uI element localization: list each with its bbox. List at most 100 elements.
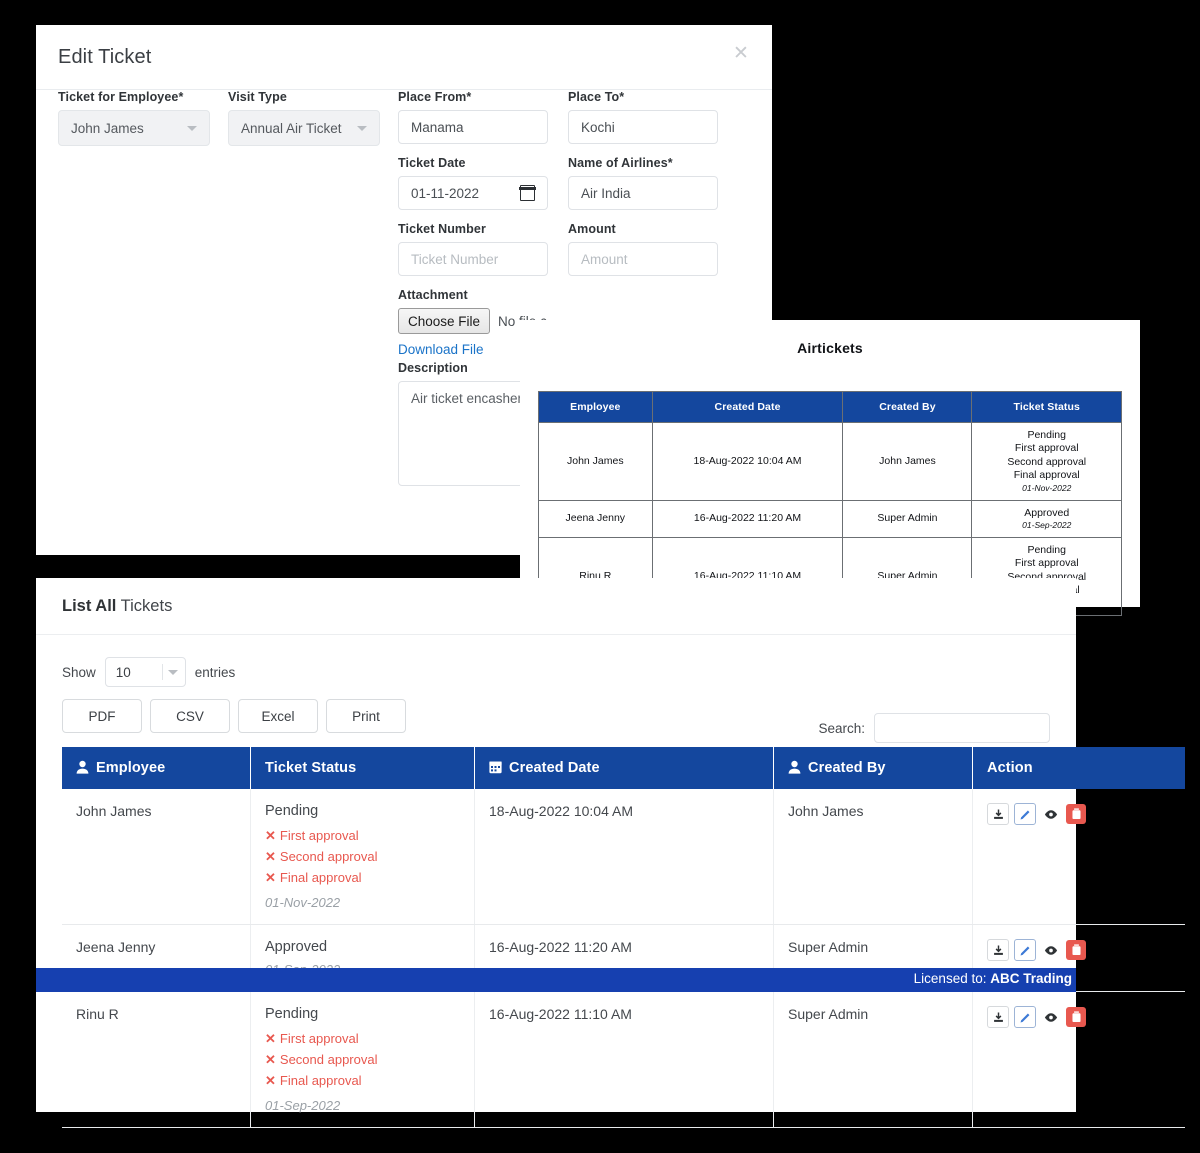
list-panel-header: List All Tickets <box>36 578 1076 635</box>
status-main: Pending <box>265 1006 319 1023</box>
visit-type-select[interactable]: Annual Air Ticket <box>228 110 380 146</box>
calendar-icon[interactable] <box>519 185 536 201</box>
cell-ticket-status: Pending ✕ First approval ✕ Second approval ✕ F… <box>250 789 475 926</box>
table-row: John James Pending ✕ First approval ✕ Second … <box>62 789 1185 926</box>
tickets-col-created-by[interactable]: Created By <box>773 747 973 789</box>
download-icon[interactable] <box>987 1006 1009 1029</box>
search-input[interactable] <box>874 713 1050 743</box>
chevron-down-icon <box>357 125 367 131</box>
delete-icon[interactable] <box>1066 1007 1086 1028</box>
search-box: Search: <box>818 713 1050 743</box>
entries-select[interactable]: 10 <box>104 657 186 687</box>
field-ticket-date: Ticket Date 01-11-2022 <box>398 156 548 210</box>
view-icon[interactable] <box>1041 940 1061 961</box>
name-of-airlines-input[interactable]: Air India <box>568 176 718 210</box>
cross-icon: ✕ <box>265 1052 276 1068</box>
cell-employee: Jeena Jenny <box>538 499 653 538</box>
table-row: Rinu R Pending ✕ First approval ✕ Second appr… <box>62 991 1185 1129</box>
chevron-down-icon <box>187 125 197 131</box>
status-date: 01-Nov-2022 <box>265 895 341 911</box>
column-label: Employee <box>96 760 166 776</box>
status-main: Approved <box>265 939 328 956</box>
entries-label: entries <box>194 664 236 680</box>
csv-export-button[interactable]: CSV <box>150 699 230 733</box>
cell-created-date: 16-Aug-2022 11:20 AM <box>651 499 844 538</box>
field-visit-type: Visit Type Annual Air Ticket <box>228 90 380 146</box>
ticket-number-input[interactable]: Ticket Number <box>398 242 548 276</box>
place-from-input[interactable]: Manama <box>398 110 548 144</box>
show-entries-row: Show 10 entries <box>62 657 1050 687</box>
ticket-number-label: Ticket Number <box>398 222 486 236</box>
approval-step: ✕ Final approval <box>265 1073 362 1089</box>
person-icon <box>788 760 801 774</box>
edit-icon[interactable] <box>1014 939 1036 962</box>
tickets-col-created-date[interactable]: Created Date <box>474 747 774 789</box>
airtickets-report-panel: Airtickets Employee Created Date Created… <box>520 320 1140 616</box>
download-file-link[interactable]: Download File <box>398 342 484 357</box>
cross-icon: ✕ <box>265 828 276 843</box>
table-row: John James 18-Aug-2022 10:04 AM John James… <box>538 422 1122 501</box>
cross-icon: ✕ <box>265 1073 276 1089</box>
cell-ticket-status: PendingFirst approvalSecond approvalFina… <box>971 422 1122 501</box>
cross-icon: ✕ <box>265 1031 276 1047</box>
approval-step: ✕ Final approval <box>265 870 362 886</box>
airtickets-col-ticket-status: Ticket Status <box>971 391 1122 423</box>
action-buttons <box>987 803 1171 825</box>
person-icon <box>76 760 89 774</box>
approval-step: ✕ Second approval <box>265 1052 378 1068</box>
print-export-button[interactable]: Print <box>326 699 406 733</box>
ticket-date-value: 01-11-2022 <box>411 185 480 201</box>
close-icon[interactable]: ✕ <box>730 44 752 66</box>
ticket-date-input[interactable]: 01-11-2022 <box>398 176 548 210</box>
airtickets-col-created-by: Created By <box>842 391 973 423</box>
tickets-table-header-row: Employee Ticket Status Created Date Created… <box>62 747 1185 789</box>
tickets-col-ticket-status[interactable]: Ticket Status <box>250 747 475 789</box>
search-label: Search: <box>818 720 865 736</box>
ticket-for-employee-select[interactable]: John James <box>58 110 210 146</box>
place-to-label: Place To* <box>568 90 625 104</box>
cell-employee: Rinu R <box>62 991 251 1129</box>
field-name-of-airlines: Name of Airlines* Air India <box>568 156 718 210</box>
action-buttons <box>987 939 1171 962</box>
cell-action <box>972 991 1185 1129</box>
download-icon[interactable] <box>987 939 1009 962</box>
view-icon[interactable] <box>1041 804 1061 824</box>
cross-icon: ✕ <box>265 870 276 886</box>
name-of-airlines-label: Name of Airlines* <box>568 156 673 170</box>
cell-employee: John James <box>538 422 653 501</box>
page-title: Edit Ticket <box>58 45 152 68</box>
field-ticket-number: Ticket Number Ticket Number <box>398 222 548 276</box>
edit-icon[interactable] <box>1014 1006 1036 1029</box>
edit-icon[interactable] <box>1014 803 1036 825</box>
view-icon[interactable] <box>1041 1007 1061 1028</box>
approval-step: ✕ First approval <box>265 828 359 843</box>
tickets-col-employee[interactable]: Employee <box>62 747 251 789</box>
place-to-input[interactable]: Kochi <box>568 110 718 144</box>
cell-created-date: 18-Aug-2022 10:04 AM <box>474 789 774 926</box>
status-date: 01-Sep-2022 <box>265 1098 341 1114</box>
tickets-col-action[interactable]: Action <box>972 747 1185 789</box>
license-prefix: Licensed to: <box>913 971 991 986</box>
edit-ticket-header: Edit Ticket ✕ <box>36 25 772 90</box>
airtickets-col-employee: Employee <box>538 391 653 423</box>
status-main: Pending <box>265 803 319 819</box>
status-date: 01-Nov-2022 <box>1022 482 1072 493</box>
license-name: ABC Trading <box>990 971 1072 986</box>
download-icon[interactable] <box>987 803 1009 825</box>
amount-input[interactable]: Amount <box>568 242 718 276</box>
list-title-rest: Tickets <box>116 596 173 615</box>
ticket-for-employee-value: John James <box>71 120 144 136</box>
column-label: Created Date <box>509 760 600 776</box>
delete-icon[interactable] <box>1066 940 1086 961</box>
cell-created-by: Super Admin <box>773 991 973 1129</box>
list-panel-body: Show 10 entries PDF CSV Excel Print Search:… <box>36 635 1185 1129</box>
ticket-date-label: Ticket Date <box>398 156 466 170</box>
field-amount: Amount Amount <box>568 222 718 276</box>
choose-file-button[interactable]: Choose File <box>398 308 491 334</box>
excel-export-button[interactable]: Excel <box>238 699 318 733</box>
visit-type-label: Visit Type <box>228 90 287 104</box>
airtickets-table-header-row: Employee Created Date Created By Ticket … <box>538 391 1122 423</box>
delete-icon[interactable] <box>1066 804 1086 824</box>
approval-step: ✕ First approval <box>265 1031 359 1047</box>
pdf-export-button[interactable]: PDF <box>62 699 142 733</box>
